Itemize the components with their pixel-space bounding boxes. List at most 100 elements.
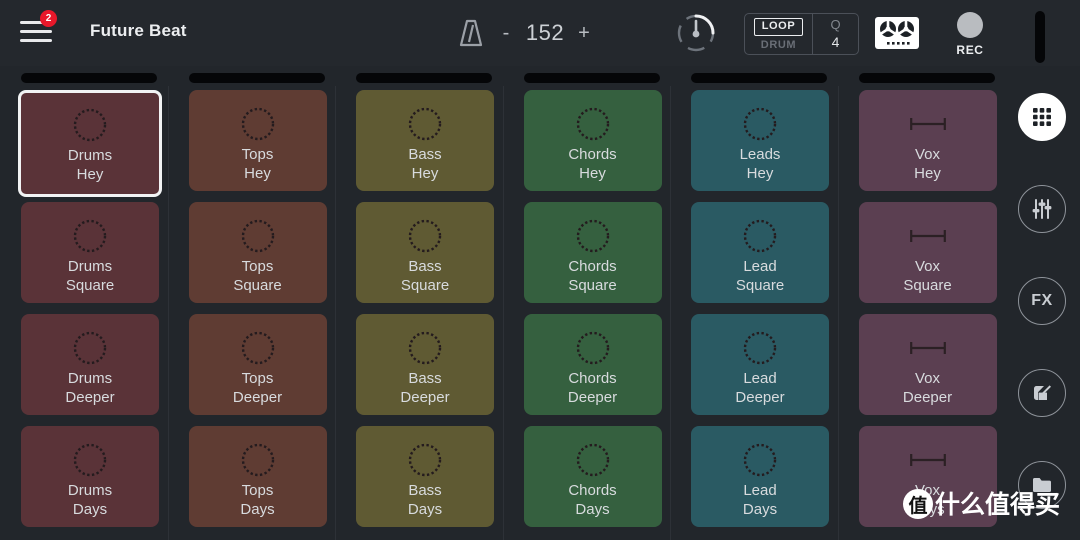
clip-cell[interactable]: Tops Square	[188, 202, 327, 303]
column-divider	[335, 86, 336, 540]
clip-variation-name: Square	[903, 276, 952, 294]
clip-cell[interactable]: Drums Hey	[18, 90, 162, 197]
clip-track-name: Tops	[241, 370, 274, 387]
audio-bar-icon	[909, 342, 946, 354]
clip-cell[interactable]: Bass Square	[356, 202, 494, 303]
clip-cell[interactable]: Drums Deeper	[21, 314, 159, 415]
dotted-circle-icon	[743, 219, 777, 253]
dotted-circle-icon	[576, 219, 609, 253]
column-scrollbar[interactable]	[691, 73, 827, 83]
track-column-leads: Leads Hey Lead Square Lead Deeper Lead Days	[670, 66, 838, 540]
dotted-circle-icon	[241, 219, 274, 253]
clip-icon-wrap	[238, 330, 278, 366]
clip-cell[interactable]: Chords Days	[523, 426, 662, 527]
clip-track-name: Vox	[914, 370, 941, 387]
clip-track-name: Vox	[914, 146, 941, 163]
clip-icon-wrap	[238, 106, 278, 142]
clip-cell[interactable]: Leads Hey	[691, 90, 829, 191]
menu-button[interactable]: 2	[16, 10, 60, 52]
clip-cell[interactable]: Vox Hey	[858, 90, 997, 191]
audio-bar-icon	[909, 454, 946, 466]
clip-cell[interactable]: Bass Days	[356, 426, 494, 527]
clip-icon-wrap	[908, 106, 948, 142]
faders-icon	[1032, 199, 1052, 219]
quantize-value[interactable]: 4	[832, 34, 840, 50]
mixer-button[interactable]	[874, 16, 920, 50]
clip-cell[interactable]: Vox Square	[858, 202, 997, 303]
column-scrollbar[interactable]	[188, 73, 325, 83]
column-scrollbar[interactable]	[858, 73, 995, 83]
clip-variation-name: Hey	[411, 164, 439, 182]
dotted-circle-icon	[576, 107, 609, 141]
clip-track-name: Drums	[67, 370, 113, 387]
folder-icon	[1033, 478, 1051, 492]
clip-cell[interactable]: Drums Square	[21, 202, 159, 303]
clip-icon-wrap	[70, 218, 110, 254]
clip-cell[interactable]: Lead Days	[691, 426, 829, 527]
mixer-faders-button[interactable]	[1018, 185, 1066, 233]
clip-cell[interactable]: Tops Hey	[188, 90, 327, 191]
track-column-bass: Bass Hey Bass Square Bass Deeper Bass Days	[335, 66, 503, 540]
grid-view-button[interactable]	[1018, 93, 1066, 141]
clip-track-name: Chords	[568, 370, 617, 387]
dotted-circle-icon	[241, 443, 274, 477]
clip-cell[interactable]: Lead Deeper	[691, 314, 829, 415]
clip-track-name: Vox	[914, 258, 941, 275]
column-scrollbar[interactable]	[356, 73, 492, 83]
clip-icon-wrap	[908, 442, 948, 478]
clip-icon-wrap	[908, 330, 948, 366]
clip-icon-wrap	[70, 442, 110, 478]
record-dot-icon	[957, 12, 983, 38]
clip-cell[interactable]: Chords Hey	[523, 90, 662, 191]
clip-variation-name: Hey	[244, 164, 271, 182]
clip-cell[interactable]: Chords Deeper	[523, 314, 662, 415]
clip-track-name: Leads	[739, 146, 781, 163]
tempo-decrease-button[interactable]: -	[496, 22, 516, 45]
clip-track-name: Bass	[408, 258, 442, 275]
clip-variation-name: Square	[735, 276, 785, 294]
clip-cell[interactable]: Tops Days	[188, 426, 327, 527]
tempo-value[interactable]: 152	[516, 20, 574, 46]
clip-cell[interactable]: Tops Deeper	[188, 314, 327, 415]
column-scrollbar[interactable]	[21, 73, 157, 83]
tempo-increase-button[interactable]: +	[574, 22, 594, 45]
quantize-selector[interactable]: Q 4	[813, 14, 858, 54]
clip-cell[interactable]: Vox Deeper	[858, 314, 997, 415]
dotted-circle-icon	[73, 331, 107, 365]
clip-variation-name: Square	[233, 276, 282, 294]
dotted-circle-icon	[576, 443, 609, 477]
edit-button[interactable]	[1018, 369, 1066, 417]
vertical-scrollbar[interactable]	[1035, 11, 1045, 63]
clip-cell[interactable]: Lead Square	[691, 202, 829, 303]
clip-icon-wrap	[70, 330, 110, 366]
clip-cell[interactable]: Bass Deeper	[356, 314, 494, 415]
clip-icon-wrap	[740, 106, 780, 142]
dotted-circle-icon	[576, 331, 609, 365]
app-root: 2 Future Beat - 152 + LOOP DRUM Q 4 REC …	[0, 0, 1080, 540]
clip-track-name: Drums	[67, 482, 113, 499]
clip-variation-name: Square	[400, 276, 450, 294]
dotted-circle-icon	[408, 107, 442, 141]
metronome-icon[interactable]	[458, 18, 484, 48]
audio-bar-icon	[909, 230, 946, 242]
clip-cell[interactable]: Chords Square	[523, 202, 662, 303]
loop-mode-label[interactable]: LOOP	[753, 18, 804, 36]
top-header-bar: 2 Future Beat - 152 + LOOP DRUM Q 4 REC	[0, 0, 1080, 66]
clip-cell[interactable]: Drums Days	[21, 426, 159, 527]
fx-button[interactable]: FX	[1018, 277, 1066, 325]
tempo-dial-button[interactable]	[672, 9, 720, 57]
clip-icon-wrap	[740, 330, 780, 366]
loop-mode-selector[interactable]: LOOP DRUM	[745, 14, 813, 54]
clip-variation-name: Days	[742, 500, 778, 518]
files-button[interactable]	[1018, 461, 1066, 509]
clip-cell[interactable]: Bass Hey	[356, 90, 494, 191]
record-label: REC	[956, 43, 984, 57]
clip-cell[interactable]: Vox Days	[858, 426, 997, 527]
drum-mode-label[interactable]: DRUM	[761, 39, 796, 51]
column-divider	[837, 86, 839, 540]
clip-track-name: Tops	[241, 258, 274, 275]
record-button[interactable]: REC	[944, 12, 996, 57]
column-scrollbar[interactable]	[523, 73, 660, 83]
menu-notification-badge: 2	[40, 10, 57, 27]
clip-variation-name: Days	[575, 500, 610, 518]
